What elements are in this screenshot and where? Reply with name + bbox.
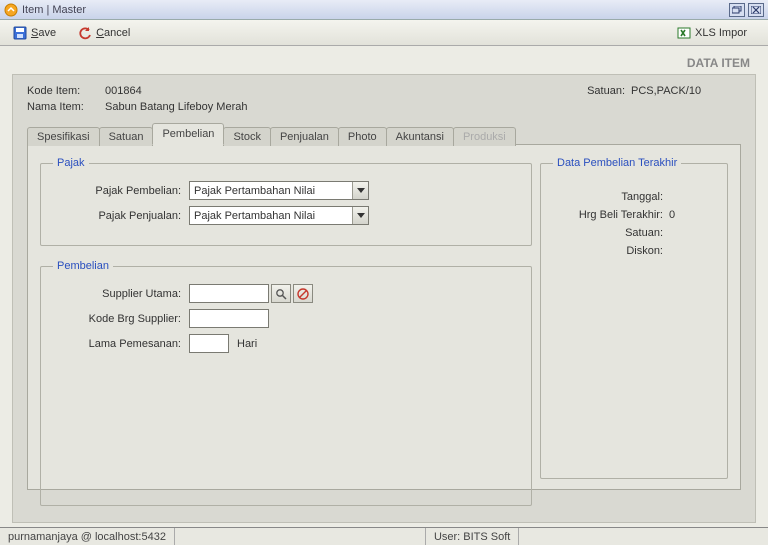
save-icon bbox=[13, 26, 27, 40]
main-panel: Kode Item: 001864 Satuan: PCS,PACK/10 Na… bbox=[12, 74, 756, 523]
pajak-group: Pajak Pajak Pembelian: Pajak Pertambahan… bbox=[40, 157, 532, 246]
supplier-clear-button[interactable] bbox=[293, 284, 313, 303]
last-purchase-group: Data Pembelian Terakhir Tanggal: Hrg Bel… bbox=[540, 157, 728, 479]
lama-pemesanan-input[interactable] bbox=[189, 334, 229, 353]
satuan-last-label: Satuan: bbox=[553, 227, 663, 239]
nama-item-value: Sabun Batang Lifeboy Merah bbox=[105, 101, 248, 113]
tab-akuntansi[interactable]: Akuntansi bbox=[386, 127, 454, 146]
pembelian-group: Pembelian Supplier Utama: Kode Brg Suppl… bbox=[40, 260, 532, 506]
status-user: User: BITS Soft bbox=[425, 528, 519, 545]
lama-pemesanan-unit: Hari bbox=[237, 338, 257, 350]
tanggal-label: Tanggal: bbox=[553, 191, 663, 203]
tab-photo[interactable]: Photo bbox=[338, 127, 387, 146]
title-bar: Item | Master bbox=[0, 0, 768, 20]
xls-label: XLS Impor bbox=[695, 27, 747, 39]
kode-brg-supplier-label: Kode Brg Supplier: bbox=[53, 313, 181, 325]
undo-icon bbox=[78, 26, 92, 40]
tab-satuan[interactable]: Satuan bbox=[99, 127, 154, 146]
tab-strip: Spesifikasi Satuan Pembelian Stock Penju… bbox=[27, 123, 741, 145]
cancel-label: Cancel bbox=[96, 27, 130, 39]
tab-pembelian[interactable]: Pembelian bbox=[152, 123, 224, 145]
pajak-penjualan-select[interactable]: Pajak Pertambahan Nilai bbox=[189, 206, 369, 225]
search-icon bbox=[275, 288, 287, 300]
satuan-header-label: Satuan: bbox=[587, 85, 625, 97]
excel-icon bbox=[677, 26, 691, 40]
tab-stock[interactable]: Stock bbox=[223, 127, 271, 146]
app-icon bbox=[4, 3, 18, 17]
nama-item-label: Nama Item: bbox=[27, 101, 105, 113]
status-bar: purnamanjaya @ localhost:5432 User: BITS… bbox=[0, 527, 768, 545]
xls-import-button[interactable]: XLS Impor bbox=[670, 23, 754, 43]
chevron-down-icon bbox=[352, 182, 368, 199]
cancel-button[interactable]: Cancel bbox=[71, 23, 137, 43]
lama-pemesanan-label: Lama Pemesanan: bbox=[53, 338, 181, 350]
pajak-legend: Pajak bbox=[53, 157, 89, 169]
pajak-pembelian-label: Pajak Pembelian: bbox=[53, 185, 181, 197]
chevron-down-icon bbox=[352, 207, 368, 224]
supplier-utama-input[interactable] bbox=[189, 284, 269, 303]
pajak-pembelian-value: Pajak Pertambahan Nilai bbox=[194, 185, 315, 197]
save-label: Save bbox=[31, 27, 56, 39]
close-icon bbox=[751, 6, 761, 14]
pembelian-legend: Pembelian bbox=[53, 260, 113, 272]
status-connection: purnamanjaya @ localhost:5432 bbox=[0, 528, 175, 545]
diskon-label: Diskon: bbox=[553, 245, 663, 257]
restore-icon bbox=[732, 6, 742, 14]
window-title: Item | Master bbox=[22, 4, 726, 16]
pajak-penjualan-label: Pajak Penjualan: bbox=[53, 210, 181, 222]
supplier-utama-label: Supplier Utama: bbox=[53, 288, 181, 300]
hrg-beli-value: 0 bbox=[669, 209, 675, 221]
item-header: Kode Item: 001864 Satuan: PCS,PACK/10 Na… bbox=[27, 85, 741, 113]
kode-brg-supplier-input[interactable] bbox=[189, 309, 269, 328]
satuan-header-value: PCS,PACK/10 bbox=[631, 85, 741, 97]
tab-penjualan[interactable]: Penjualan bbox=[270, 127, 339, 146]
data-item-banner: DATA ITEM bbox=[12, 56, 750, 70]
last-purchase-legend: Data Pembelian Terakhir bbox=[553, 157, 681, 169]
kode-item-label: Kode Item: bbox=[27, 85, 105, 97]
close-window-button[interactable] bbox=[748, 3, 764, 17]
restore-window-button[interactable] bbox=[729, 3, 745, 17]
pajak-pembelian-select[interactable]: Pajak Pertambahan Nilai bbox=[189, 181, 369, 200]
content-area: DATA ITEM Kode Item: 001864 Satuan: PCS,… bbox=[0, 46, 768, 527]
pajak-penjualan-value: Pajak Pertambahan Nilai bbox=[194, 210, 315, 222]
supplier-lookup-button[interactable] bbox=[271, 284, 291, 303]
cancel-circle-icon bbox=[297, 288, 309, 300]
kode-item-value: 001864 bbox=[105, 85, 142, 97]
save-button[interactable]: Save bbox=[6, 23, 63, 43]
toolbar: Save Cancel XLS Impor bbox=[0, 20, 768, 46]
hrg-beli-label: Hrg Beli Terakhir: bbox=[553, 209, 663, 221]
tab-body-pembelian: Pajak Pajak Pembelian: Pajak Pertambahan… bbox=[27, 144, 741, 490]
tab-spesifikasi[interactable]: Spesifikasi bbox=[27, 127, 100, 146]
tab-produksi: Produksi bbox=[453, 127, 516, 146]
